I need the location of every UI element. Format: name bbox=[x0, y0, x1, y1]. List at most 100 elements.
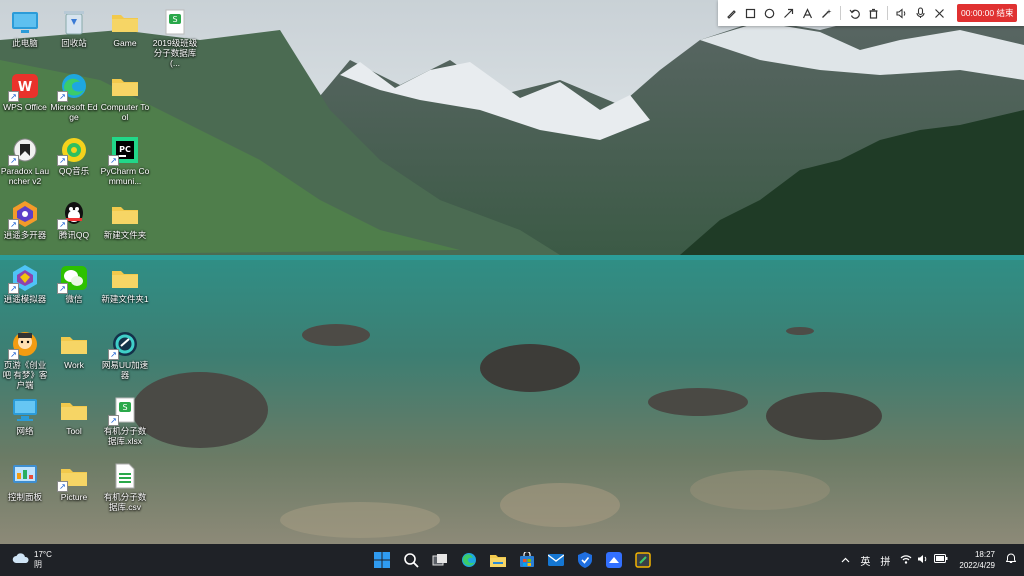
folder-icon: ↗ bbox=[57, 462, 89, 492]
shortcut-arrow-icon: ↗ bbox=[8, 91, 19, 102]
shortcut-arrow-icon: ↗ bbox=[57, 155, 68, 166]
security-icon[interactable] bbox=[571, 544, 598, 576]
shortcut-arrow-icon: ↗ bbox=[57, 481, 68, 492]
spreadsheet-icon: S ↗ bbox=[108, 396, 140, 426]
clock[interactable]: 18:27 2022/4/29 bbox=[959, 549, 995, 571]
desktop-icon-pycharm[interactable]: PC ↗ PyCharm Communi... bbox=[100, 132, 150, 186]
desktop-icon-recycle-bin[interactable]: 回收站 bbox=[49, 4, 99, 48]
weather-temperature: 17°C bbox=[34, 550, 52, 559]
xiaoyao-multi-icon: ↗ bbox=[8, 200, 40, 230]
store-icon[interactable] bbox=[513, 544, 540, 576]
desktop-icon-molecule-db-xlsx[interactable]: S ↗ 有机分子数据库.xlsx bbox=[100, 392, 150, 446]
arrow-icon[interactable] bbox=[779, 0, 798, 26]
network-icon bbox=[10, 396, 40, 424]
shortcut-arrow-icon: ↗ bbox=[108, 155, 119, 166]
svg-text:PC: PC bbox=[119, 145, 131, 154]
desktop-icon-new-folder-1[interactable]: 新建文件夹1 bbox=[100, 260, 150, 304]
shortcut-arrow-icon: ↗ bbox=[108, 349, 119, 360]
desktop-icon-paradox-launcher[interactable]: ↗ Paradox Launcher v2 bbox=[0, 132, 50, 186]
svg-text:S: S bbox=[122, 403, 127, 412]
desktop-icon-work-folder[interactable]: Work bbox=[49, 326, 99, 370]
notification-icon[interactable] bbox=[1005, 553, 1017, 567]
desktop-icon-network[interactable]: 网络 bbox=[0, 392, 50, 436]
desktop-icon-computer-tool-folder[interactable]: Computer Tool bbox=[100, 68, 150, 122]
desktop-icon-xiaoyao-multi[interactable]: ↗ 逍遥多开器 bbox=[0, 196, 50, 240]
edge-icon[interactable] bbox=[455, 544, 482, 576]
desktop-icon-this-pc[interactable]: 此电脑 bbox=[0, 4, 50, 48]
desktop-icon-game-client[interactable]: ↗ 页游《创业吧 有梦》客户端 bbox=[0, 326, 50, 390]
xiaoyao-emulator-icon: ↗ bbox=[8, 264, 40, 294]
desktop-icon-control-panel[interactable]: 控制面板 bbox=[0, 458, 50, 502]
desktop-icon-wps-office[interactable]: W ↗ WPS Office bbox=[0, 68, 50, 112]
wps-icon: W ↗ bbox=[8, 72, 40, 102]
shortcut-arrow-icon: ↗ bbox=[8, 219, 19, 230]
shortcut-arrow-icon: ↗ bbox=[108, 415, 119, 426]
qq-music-icon: ↗ bbox=[57, 136, 89, 166]
csv-file-icon bbox=[110, 462, 140, 490]
rectangle-icon[interactable] bbox=[741, 0, 760, 26]
folder-icon bbox=[59, 396, 89, 424]
cloud-icon bbox=[12, 551, 30, 569]
windows-start-icon[interactable] bbox=[368, 544, 395, 576]
desktop-icon-new-folder[interactable]: 新建文件夹 bbox=[100, 196, 150, 240]
toolbar-divider bbox=[887, 6, 888, 20]
desktop-icon-xiaoyao-emulator[interactable]: ↗ 逍遥模拟器 bbox=[0, 260, 50, 304]
folder-icon bbox=[59, 330, 89, 358]
magic-wand-icon[interactable] bbox=[817, 0, 836, 26]
toolbar-divider bbox=[840, 6, 841, 20]
spreadsheet-icon: S bbox=[160, 8, 190, 36]
ime-mode[interactable]: 拼 bbox=[880, 553, 890, 568]
desktop-icon-uu-accelerator[interactable]: ↗ 网易UU加速器 bbox=[100, 326, 150, 380]
microphone-icon[interactable] bbox=[911, 0, 930, 26]
desktop-icon-molecule-db-sheet[interactable]: S 2019级班级分子数据库 (... bbox=[150, 4, 200, 68]
pen-icon[interactable] bbox=[722, 0, 741, 26]
ime-language[interactable]: 英 bbox=[860, 553, 870, 568]
shortcut-arrow-icon: ↗ bbox=[57, 91, 68, 102]
close-icon[interactable] bbox=[930, 0, 949, 26]
control-panel-icon bbox=[10, 462, 40, 490]
folder-icon bbox=[110, 264, 140, 292]
file-explorer-icon[interactable] bbox=[484, 544, 511, 576]
game-client-icon: ↗ bbox=[8, 330, 40, 360]
desktop-icon-wechat[interactable]: ↗ 微信 bbox=[49, 260, 99, 304]
stop-recording-button[interactable]: 00:00:00 结束 bbox=[957, 4, 1018, 22]
delete-icon[interactable] bbox=[864, 0, 883, 26]
folder-icon bbox=[110, 8, 140, 36]
ellipse-icon[interactable] bbox=[760, 0, 779, 26]
shortcut-arrow-icon: ↗ bbox=[8, 283, 19, 294]
edge-icon: ↗ bbox=[57, 72, 89, 102]
clock-date: 2022/4/29 bbox=[959, 561, 995, 570]
weather-description: 阴 bbox=[34, 560, 42, 569]
recycle-bin-icon bbox=[59, 8, 89, 36]
desktop-icon-tencent-qq[interactable]: ↗ 腾讯QQ bbox=[49, 196, 99, 240]
taskbar-apps bbox=[368, 544, 656, 576]
computer-icon bbox=[10, 8, 40, 36]
desktop-icon-edge[interactable]: ↗ Microsoft Edge bbox=[49, 68, 99, 122]
desktop-icon-picture-folder[interactable]: ↗ Picture bbox=[49, 458, 99, 502]
desktop-icon-game-folder[interactable]: Game bbox=[100, 4, 150, 48]
qq-icon: ↗ bbox=[57, 200, 89, 230]
battery-icon[interactable] bbox=[934, 554, 948, 566]
speaker-icon[interactable] bbox=[892, 0, 911, 26]
wifi-icon[interactable] bbox=[900, 554, 912, 567]
app-icon[interactable] bbox=[629, 544, 656, 576]
uu-accelerator-icon: ↗ bbox=[108, 330, 140, 360]
search-icon[interactable] bbox=[397, 544, 424, 576]
text-icon[interactable] bbox=[798, 0, 817, 26]
desktop-icon-qq-music[interactable]: ↗ QQ音乐 bbox=[49, 132, 99, 176]
system-tray: 英 拼 18:27 2022/4/29 bbox=[836, 544, 1017, 576]
task-view-icon[interactable] bbox=[426, 544, 453, 576]
volume-icon[interactable] bbox=[917, 554, 929, 567]
shortcut-arrow-icon: ↗ bbox=[8, 349, 19, 360]
weather-widget[interactable]: 17°C 阴 bbox=[12, 550, 52, 570]
desktop-icon-molecule-db-csv[interactable]: 有机分子数据库.csv bbox=[100, 458, 150, 512]
screen-recorder-toolbar: 00:00:00 结束 bbox=[718, 0, 1024, 26]
feishu-icon[interactable] bbox=[600, 544, 627, 576]
shortcut-arrow-icon: ↗ bbox=[57, 283, 68, 294]
mail-icon[interactable] bbox=[542, 544, 569, 576]
shortcut-arrow-icon: ↗ bbox=[8, 155, 19, 166]
undo-icon[interactable] bbox=[845, 0, 864, 26]
desktop-icon-tool-folder[interactable]: Tool bbox=[49, 392, 99, 436]
chevron-up-icon[interactable] bbox=[841, 555, 850, 566]
wechat-icon: ↗ bbox=[57, 264, 89, 294]
